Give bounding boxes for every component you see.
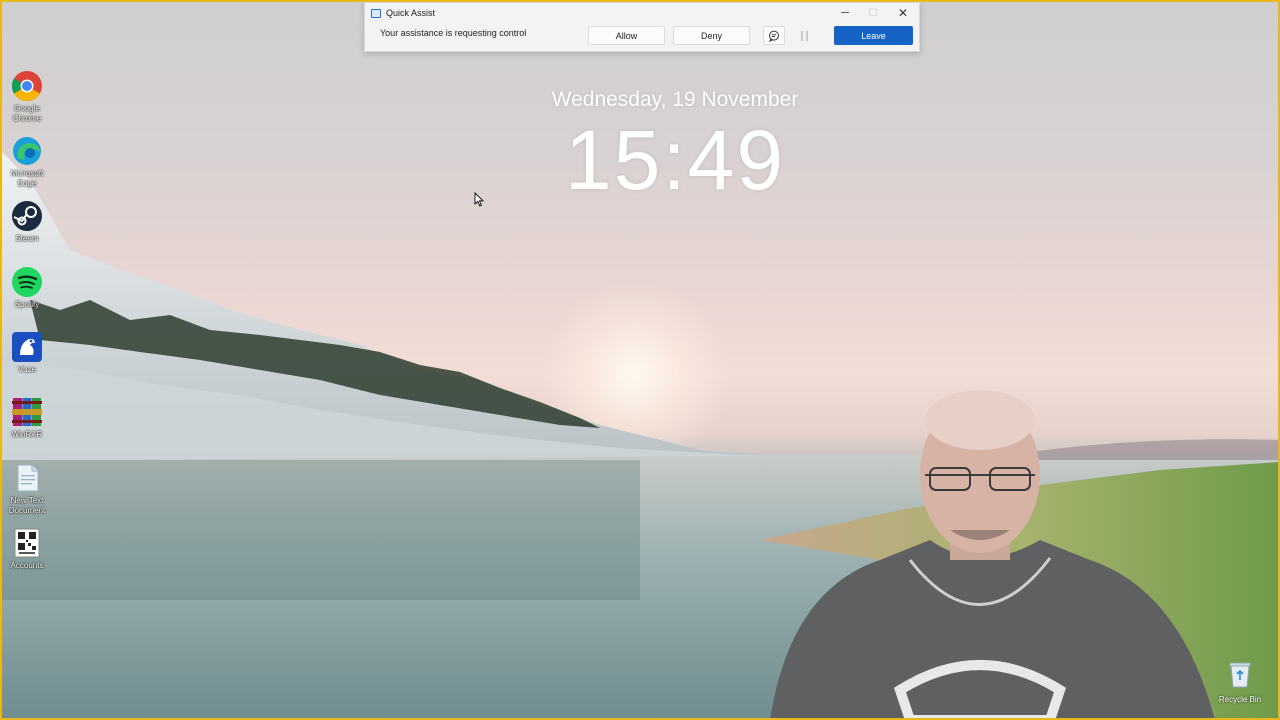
- control-request-message: Your assistance is requesting control: [380, 28, 527, 38]
- desktop-icon-steam[interactable]: Steam: [2, 200, 52, 244]
- qr-document-icon: [11, 527, 43, 559]
- steam-icon: [11, 200, 43, 232]
- allow-button[interactable]: Allow: [588, 26, 665, 45]
- desktop-icon-label: Vuze: [18, 365, 36, 374]
- desktop-icon-label: WinRAR: [11, 430, 43, 439]
- desktop-icon-label: Google Chrome: [12, 104, 42, 123]
- close-button[interactable]: ✕: [889, 5, 917, 21]
- desktop-icon-label: New Text Document: [8, 496, 46, 515]
- desktop-icon-vuze[interactable]: Vuze: [2, 331, 52, 375]
- mouse-cursor-icon: [474, 192, 484, 207]
- quick-assist-app-icon: [371, 8, 381, 18]
- recycle-bin-icon: [1229, 662, 1251, 688]
- pause-button[interactable]: [797, 29, 811, 42]
- webcam-presenter-overlay: [770, 390, 1215, 720]
- desktop-icon-label: Steam: [15, 234, 39, 243]
- chrome-icon: [11, 70, 43, 102]
- desktop-icon-label: Microsoft Edge: [10, 169, 44, 188]
- quick-assist-titlebar: Quick Assist: [371, 6, 435, 20]
- desktop-icon-accounts[interactable]: Accounts: [2, 527, 52, 571]
- maximize-button[interactable]: ☐: [859, 5, 887, 21]
- winrar-icon: [11, 396, 43, 428]
- text-document-icon: [11, 462, 43, 494]
- desktop-icon-edge[interactable]: Microsoft Edge: [2, 135, 52, 189]
- chat-button[interactable]: [763, 26, 785, 45]
- window-title: Quick Assist: [386, 8, 436, 18]
- desktop-background: Wednesday, 19 November 15:49 Google Chro…: [0, 0, 1280, 720]
- minimize-button[interactable]: ─: [831, 5, 859, 21]
- pause-icon: [800, 30, 803, 41]
- vuze-icon: [11, 331, 43, 363]
- deny-button[interactable]: Deny: [673, 26, 750, 45]
- lockscreen-time: 15:49: [564, 113, 786, 207]
- desktop-icon-label: Accounts: [10, 561, 44, 570]
- leave-button[interactable]: Leave: [834, 26, 913, 45]
- spotify-icon: [11, 266, 43, 298]
- chat-icon: [769, 30, 779, 42]
- lockscreen-date: Wednesday, 19 November: [551, 88, 799, 111]
- desktop-icon-chrome[interactable]: Google Chrome: [2, 70, 52, 124]
- recycle-bin-label: Recycle Bin: [1218, 695, 1262, 704]
- edge-icon: [11, 135, 43, 167]
- desktop-icon-winrar[interactable]: WinRAR: [2, 396, 52, 440]
- desktop-icon-new-text-document[interactable]: New Text Document: [2, 462, 52, 516]
- quick-assist-window: Quick Assist ─ ☐ ✕ Your assistance is re…: [364, 2, 920, 52]
- desktop-icon-recycle-bin[interactable]: Recycle Bin: [1216, 660, 1264, 704]
- desktop-icon-spotify[interactable]: Spotify: [2, 266, 52, 310]
- desktop-icon-label: Spotify: [14, 300, 40, 309]
